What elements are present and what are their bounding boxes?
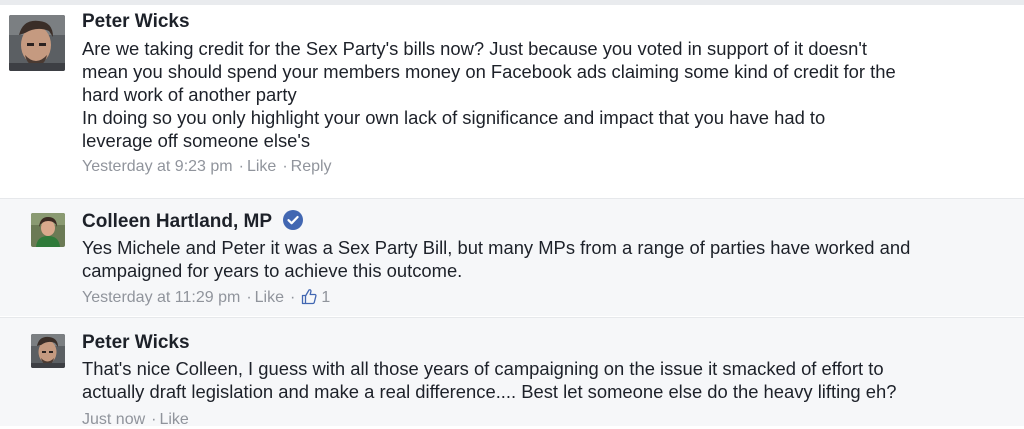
comment-timestamp[interactable]: Yesterday at 9:23 pm [82,158,233,175]
comment-text-line: Are we taking credit for the Sex Party's… [82,38,867,59]
comment-text-line: In doing so you only highlight your own … [82,107,826,128]
comment-meta: Yesterday at 11:29 pm · Like · 1 [82,288,330,307]
comment-timestamp[interactable]: Yesterday at 11:29 pm [82,289,240,306]
like-link[interactable]: Like [159,411,188,428]
like-link[interactable]: Like [255,289,284,306]
comment-text-line: leverage off someone else's [82,130,311,151]
author-name[interactable]: Colleen Hartland, MP [82,211,272,232]
comment-peter-wicks-2: Peter Wicks That's nice Colleen, I guess… [0,317,1024,429]
verified-badge-icon [282,210,303,230]
like-count[interactable]: 1 [321,289,330,306]
like-link[interactable]: Like [247,158,276,175]
meta-separator: · [246,289,252,306]
comment-colleen-hartland: Colleen Hartland, MP Yes Michele and Pet… [0,198,1024,316]
comment-text-line: campaigned for years to achieve this out… [82,260,463,281]
meta-separator: · [238,158,244,175]
meta-separator: · [290,289,296,306]
comment-text-line: Yes Michele and Peter it was a Sex Party… [82,237,911,258]
meta-separator: · [151,411,157,428]
comment-timestamp[interactable]: Just now [82,411,145,428]
comment-author[interactable]: Colleen Hartland, MP [82,210,303,233]
comment-body: Yes Michele and Peter it was a Sex Party… [82,236,1012,282]
comment-text-line: hard work of another party [82,84,297,105]
comment-meta: Just now · Like [82,411,189,429]
comment-body: That's nice Colleen, I guess with all th… [82,357,1012,403]
avatar[interactable] [31,213,65,247]
thumbs-up-icon[interactable] [301,288,317,305]
comment-text-line: actually draft legislation and make a re… [82,381,897,402]
avatar[interactable] [31,334,65,368]
reply-link[interactable]: Reply [291,158,332,175]
comment-peter-wicks-1: Peter Wicks Are we taking credit for the… [0,5,1024,198]
comment-text-line: That's nice Colleen, I guess with all th… [82,358,884,379]
comment-body: Are we taking credit for the Sex Party's… [82,37,1012,152]
comment-author[interactable]: Peter Wicks [82,11,190,33]
avatar[interactable] [9,15,65,71]
comment-author[interactable]: Peter Wicks [82,332,190,354]
meta-separator: · [282,158,288,175]
comment-meta: Yesterday at 9:23 pm · Like · Reply [82,158,332,176]
comment-text-line: mean you should spend your members money… [82,61,896,82]
